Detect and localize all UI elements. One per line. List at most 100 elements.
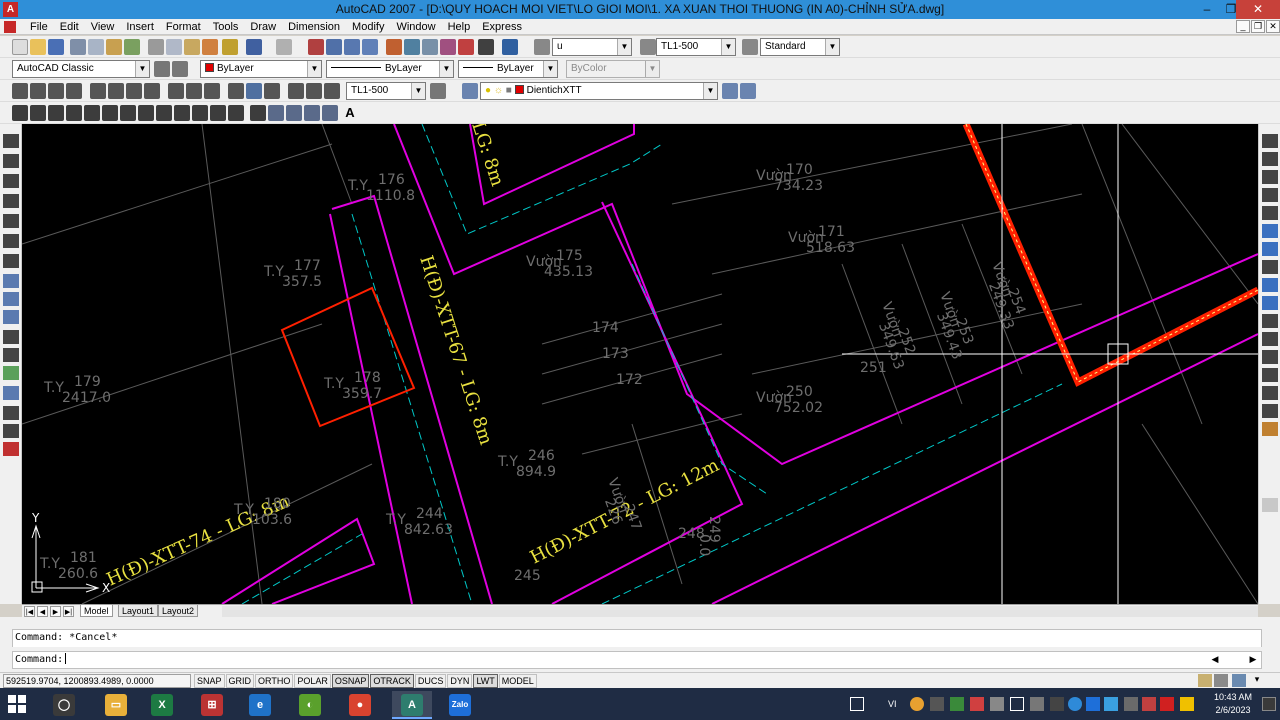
linetype-select[interactable]: ByLayer ▼ — [326, 60, 454, 78]
calculator-icon[interactable] — [478, 39, 494, 55]
markup-icon[interactable] — [458, 39, 474, 55]
fillet-icon[interactable] — [3, 406, 19, 420]
menu-view[interactable]: View — [85, 20, 121, 34]
break-icon[interactable] — [3, 348, 19, 362]
volume-icon[interactable] — [1030, 697, 1044, 711]
dim-style-manager-icon[interactable] — [430, 83, 446, 99]
coordinate-display[interactable]: 592519.9704, 1200893.4989, 0.0000 — [3, 674, 191, 688]
radius-dim-icon[interactable] — [90, 83, 106, 99]
pan-icon[interactable] — [308, 39, 324, 55]
erase-icon[interactable] — [3, 134, 19, 148]
tray-app-3-icon[interactable] — [950, 697, 964, 711]
mode-osnap-button[interactable]: OSNAP — [331, 674, 370, 688]
menu-window[interactable]: Window — [390, 20, 441, 34]
tray-app-8-icon[interactable] — [1086, 697, 1100, 711]
r-tool-9-icon[interactable] — [1262, 278, 1278, 292]
table-style-select[interactable]: Standard ▼ — [760, 38, 840, 56]
r-tool-7-icon[interactable] — [1262, 242, 1278, 256]
mode-ortho-button[interactable]: ORTHO — [255, 674, 294, 688]
polyline-icon[interactable] — [48, 105, 64, 121]
linear-dim-icon[interactable] — [12, 83, 28, 99]
menu-tools[interactable]: Tools — [207, 20, 245, 34]
close-button[interactable]: ✕ — [1236, 0, 1280, 19]
baseline-dim-icon[interactable] — [186, 83, 202, 99]
zoom-window-icon[interactable] — [344, 39, 360, 55]
drawing-svg[interactable]: LG: 8m H(Đ)-XTT-67 - LG: 8m H(Đ)-XTT-74 … — [22, 124, 1258, 604]
taskbar-excel-button[interactable]: X — [142, 691, 182, 719]
notifications-icon[interactable] — [1262, 697, 1276, 711]
mode-snap-button[interactable]: SNAP — [194, 674, 225, 688]
explode-icon[interactable] — [3, 424, 19, 438]
ellipse-arc-icon[interactable] — [192, 105, 208, 121]
open-icon[interactable] — [30, 39, 46, 55]
r-tool-14-icon[interactable] — [1262, 368, 1278, 382]
r-tool-13-icon[interactable] — [1262, 350, 1278, 364]
arc-icon[interactable] — [102, 105, 118, 121]
status-menu-icon[interactable]: ▾ — [1250, 674, 1264, 687]
tray-app-4-icon[interactable] — [970, 697, 984, 711]
taskbar-app-red-button[interactable]: ⊞ — [192, 691, 232, 719]
r-tool-16-icon[interactable] — [1262, 404, 1278, 418]
array-icon[interactable] — [3, 214, 19, 228]
r-tool-2-icon[interactable] — [1262, 152, 1278, 166]
match-properties-icon[interactable] — [202, 39, 218, 55]
r-tool-17-icon[interactable] — [1262, 422, 1278, 436]
table-icon[interactable] — [322, 105, 338, 121]
command-input[interactable]: Command: — [12, 651, 1262, 669]
r-tool-3-icon[interactable] — [1262, 170, 1278, 184]
menu-dimension[interactable]: Dimension — [282, 20, 346, 34]
make-block-icon[interactable] — [228, 105, 244, 121]
r-tool-12-icon[interactable] — [1262, 332, 1278, 346]
multiline-text-icon[interactable]: A — [342, 105, 358, 121]
taskbar-internet-explorer-button[interactable]: e — [240, 691, 280, 719]
cmd-scroll-left-button[interactable]: ◀ — [1208, 653, 1222, 665]
mode-dyn-button[interactable]: DYN — [447, 674, 473, 688]
angular-dim-icon[interactable] — [144, 83, 160, 99]
ellipse-icon[interactable] — [174, 105, 190, 121]
plot-preview-icon[interactable] — [88, 39, 104, 55]
dim-style-icon[interactable] — [640, 39, 656, 55]
layer-previous-icon[interactable] — [740, 83, 756, 99]
document-icon[interactable] — [4, 21, 16, 33]
chamfer-icon[interactable] — [3, 386, 19, 400]
redo-icon[interactable] — [276, 39, 292, 55]
tray-app-7-icon[interactable] — [1068, 697, 1082, 711]
make-object-layer-current-icon[interactable] — [722, 83, 738, 99]
save-icon[interactable] — [48, 39, 64, 55]
taskbar-cortana-button[interactable]: ◯ — [44, 691, 84, 719]
status-comm-icon[interactable] — [1214, 674, 1228, 687]
tray-app-6-icon[interactable] — [1050, 697, 1064, 711]
center-mark-icon[interactable] — [264, 83, 280, 99]
jogged-dim-icon[interactable] — [108, 83, 124, 99]
dim-text-edit-icon[interactable] — [306, 83, 322, 99]
prev-tab-button[interactable]: ◀ — [37, 606, 48, 617]
menu-draw[interactable]: Draw — [244, 20, 282, 34]
undo-icon[interactable] — [246, 39, 262, 55]
tab-layout2[interactable]: Layout2 — [158, 605, 199, 617]
etransmit-icon[interactable] — [124, 39, 140, 55]
spline-icon[interactable] — [156, 105, 172, 121]
offset-icon[interactable] — [3, 194, 19, 208]
tolerance-icon[interactable] — [246, 83, 262, 99]
trim-icon[interactable] — [3, 310, 19, 324]
dim-style-select-2[interactable]: TL1-500 ▼ — [346, 82, 426, 100]
horizontal-scrollbar[interactable] — [222, 606, 1258, 617]
mode-otrack-button[interactable]: OTRACK — [370, 674, 414, 688]
tray-app-11-icon[interactable] — [1142, 697, 1156, 711]
paste-icon[interactable] — [184, 39, 200, 55]
r-tool-8-icon[interactable] — [1262, 260, 1278, 274]
doc-minimize-button[interactable]: _ — [1236, 20, 1250, 33]
r-tool-4-icon[interactable] — [1262, 188, 1278, 202]
status-lock-icon[interactable] — [1198, 674, 1212, 687]
vertical-scrollbar[interactable] — [1262, 498, 1278, 512]
color-select[interactable]: ByLayer ▼ — [200, 60, 322, 78]
mode-ducs-button[interactable]: DUCS — [414, 674, 447, 688]
publish-icon[interactable] — [106, 39, 122, 55]
workspace-save-icon[interactable] — [172, 61, 188, 77]
tool-palettes-icon[interactable] — [422, 39, 438, 55]
construction-line-icon[interactable] — [30, 105, 46, 121]
taskbar-coc-coc-button[interactable]: ◐ — [290, 691, 330, 719]
next-tab-button[interactable]: ▶ — [50, 606, 61, 617]
copy-object-icon[interactable] — [3, 154, 19, 168]
point-icon[interactable] — [250, 105, 266, 121]
